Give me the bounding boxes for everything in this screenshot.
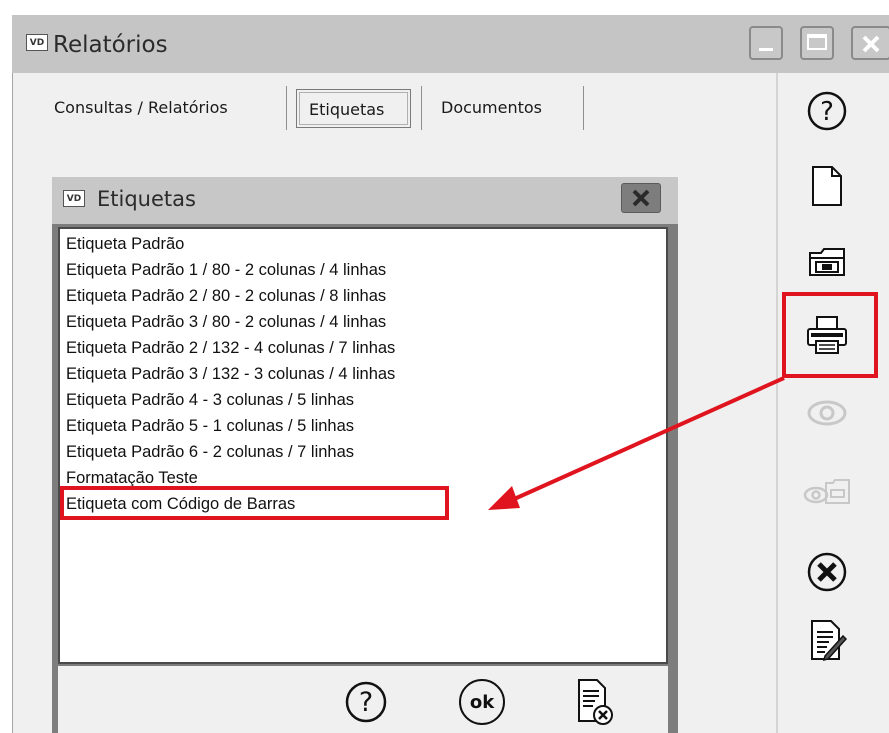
annotation-arrow (488, 376, 785, 510)
